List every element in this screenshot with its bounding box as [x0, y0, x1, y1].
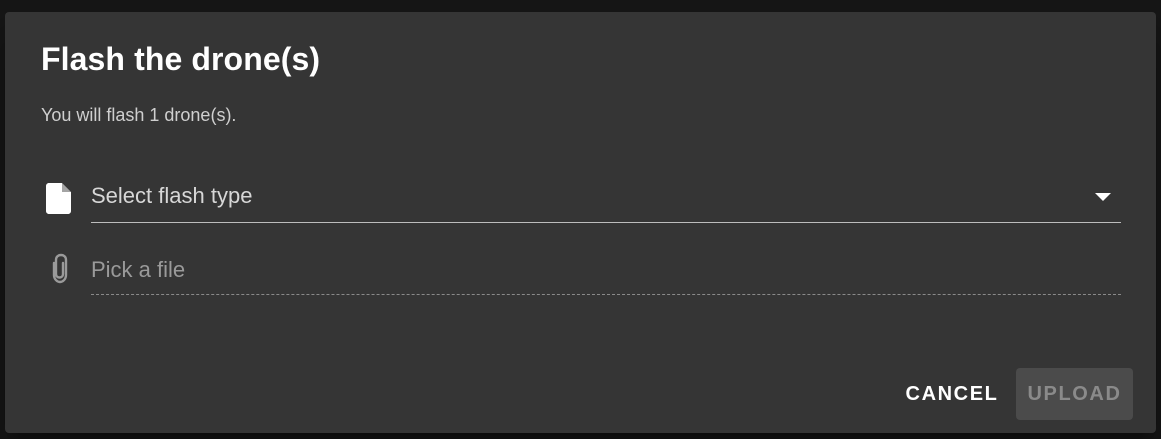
file-picker-placeholder: Pick a file	[91, 257, 186, 282]
flash-type-select-placeholder: Select flash type	[91, 183, 253, 208]
paperclip-icon	[52, 253, 68, 284]
dialog-subtitle: You will flash 1 drone(s).	[41, 105, 237, 125]
cancel-button[interactable]: CANCEL	[896, 368, 1008, 420]
chevron-down-icon	[1095, 193, 1111, 201]
flash-drones-dialog: Flash the drone(s) You will flash 1 dron…	[5, 12, 1156, 433]
file-picker-field[interactable]: Pick a file	[91, 250, 1121, 295]
upload-button[interactable]: UPLOAD	[1016, 368, 1133, 420]
dialog-title: Flash the drone(s)	[41, 41, 321, 77]
flash-type-select[interactable]: Select flash type	[91, 177, 1121, 223]
file-icon	[46, 183, 71, 214]
